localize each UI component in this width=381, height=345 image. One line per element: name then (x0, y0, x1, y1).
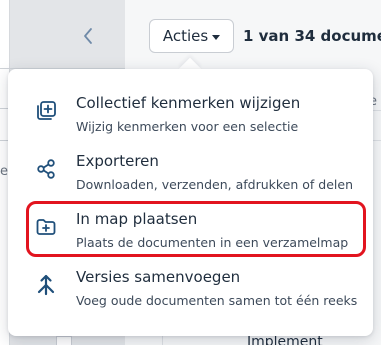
background-text: e (0, 164, 8, 179)
collection-edit-icon (35, 100, 57, 122)
menu-item-description: Wijzig kenmerken voor een selectie (76, 119, 299, 134)
row-checkbox[interactable] (56, 336, 72, 345)
menu-item-description: Voeg oude documenten samen tot één reeks (76, 293, 358, 308)
actions-button[interactable]: Acties (149, 19, 234, 53)
menu-item-title: Collectief kenmerken wijzigen (76, 94, 301, 112)
document-count: 1 van 34 documen (243, 27, 381, 45)
menu-item-merge-versions[interactable]: Versies samenvoegen Voeg oude documenten… (8, 260, 373, 318)
back-chevron-icon[interactable] (78, 24, 98, 48)
share-icon (35, 158, 57, 180)
menu-item-title: Versies samenvoegen (76, 268, 241, 286)
actions-button-label: Acties (162, 27, 209, 45)
caret-down-icon (212, 34, 221, 40)
menu-item-title: Exporteren (76, 152, 159, 170)
actions-menu: Collectief kenmerken wijzigen Wijzig ken… (8, 69, 373, 336)
merge-icon (35, 274, 57, 296)
highlight-outline (26, 201, 366, 257)
menu-item-export[interactable]: Exporteren Downloaden, verzenden, afdruk… (8, 144, 373, 202)
menu-item-collective-edit[interactable]: Collectief kenmerken wijzigen Wijzig ken… (8, 86, 373, 144)
menu-item-description: Downloaden, verzenden, afdrukken of dele… (76, 177, 353, 192)
